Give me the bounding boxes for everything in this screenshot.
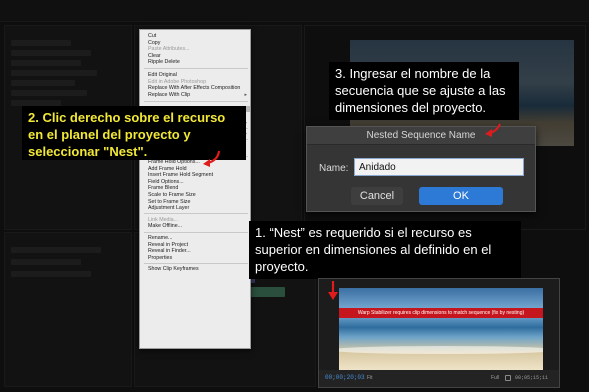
- menu-item-frame-blend[interactable]: Frame Blend: [148, 185, 178, 191]
- menu-separator: [144, 213, 248, 215]
- project-panel: [4, 232, 132, 387]
- cancel-button[interactable]: Cancel: [351, 187, 403, 205]
- menu-item-make-offline[interactable]: Make Offline...: [148, 223, 182, 229]
- menu-item-properties[interactable]: Properties: [148, 255, 172, 261]
- menu-item-link-media: Link Media...: [148, 216, 179, 223]
- callout-step-1: 1. “Nest” es requerido si el recurso es …: [249, 221, 521, 279]
- zoom-dropdown[interactable]: Fit: [367, 375, 373, 381]
- quality-dropdown[interactable]: Full: [491, 375, 499, 381]
- menu-item-insert-frame-hold-segment[interactable]: Insert Frame Hold Segment: [148, 172, 213, 178]
- menu-item-cut[interactable]: Cut: [148, 33, 156, 39]
- menu-item-copy[interactable]: Copy: [148, 40, 160, 46]
- menu-item-edit-in-adobe-photoshop: Edit in Adobe Photoshop: [148, 78, 207, 85]
- nested-sequence-dialog: Nested Sequence Name Name: Cancel OK: [306, 126, 536, 212]
- ok-button[interactable]: OK: [419, 187, 503, 205]
- warp-warning-bar: Warp Stabilizer requires clip dimensions…: [339, 308, 543, 318]
- monitor-controls: 00;00;20;03 Fit Full 00;05;15;11: [319, 370, 559, 387]
- menu-separator: [144, 262, 248, 264]
- menu-item-replace-with-after-effects-composition[interactable]: Replace With After Effects Composition: [148, 85, 240, 91]
- menu-item-reveal-in-project[interactable]: Reveal in Project: [148, 242, 188, 248]
- wrench-icon[interactable]: [505, 375, 511, 381]
- menu-item-rename[interactable]: Rename...: [148, 235, 172, 241]
- duration-timecode: 00;05;15;11: [515, 375, 549, 381]
- callout-step-3: 3. Ingresar el nombre de la secuencia qu…: [329, 62, 519, 120]
- menu-item-field-options[interactable]: Field Options...: [148, 179, 184, 185]
- red-arrow-icon: [328, 281, 338, 300]
- menu-item-scale-to-frame-size[interactable]: Scale to Frame Size: [148, 192, 196, 198]
- wave-foam: [339, 346, 543, 354]
- beach-preview-image: Warp Stabilizer requires clip dimensions…: [339, 288, 543, 370]
- menu-item-add-frame-hold[interactable]: Add Frame Hold: [148, 166, 187, 172]
- submenu-arrow-icon: ▸: [244, 91, 247, 98]
- menu-separator: [144, 101, 248, 103]
- menu-item-adjustment-layer[interactable]: Adjustment Layer: [148, 205, 189, 211]
- playhead-timecode[interactable]: 00;00;20;03: [325, 374, 365, 381]
- menu-item-replace-with-clip[interactable]: Replace With Clip: [148, 92, 190, 98]
- red-arrow-icon: [203, 150, 221, 167]
- red-arrow-icon: [485, 123, 501, 137]
- menu-item-clear[interactable]: Clear: [148, 53, 161, 59]
- menu-item-reveal-in-finder[interactable]: Reveal in Finder...: [148, 248, 191, 254]
- menu-item-ripple-delete[interactable]: Ripple Delete: [148, 59, 180, 65]
- menu-separator: [144, 68, 248, 69]
- top-bar: [0, 0, 589, 22]
- sequence-name-input[interactable]: [354, 158, 524, 176]
- name-label: Name:: [319, 163, 349, 174]
- clip-context-menu[interactable]: Cut Copy Paste Attributes... Clear Ripple De…: [139, 29, 251, 349]
- menu-separator: [144, 231, 248, 233]
- preview-monitor: Warp Stabilizer requires clip dimensions…: [318, 278, 560, 388]
- menu-item-paste-attributes: Paste Attributes...: [148, 46, 190, 53]
- menu-item-edit-original[interactable]: Edit Original: [148, 72, 177, 78]
- menu-item-set-to-frame-size[interactable]: Set to Frame Size: [148, 199, 190, 205]
- menu-item-show-clip-keyframes[interactable]: Show Clip Keyframes: [148, 266, 199, 272]
